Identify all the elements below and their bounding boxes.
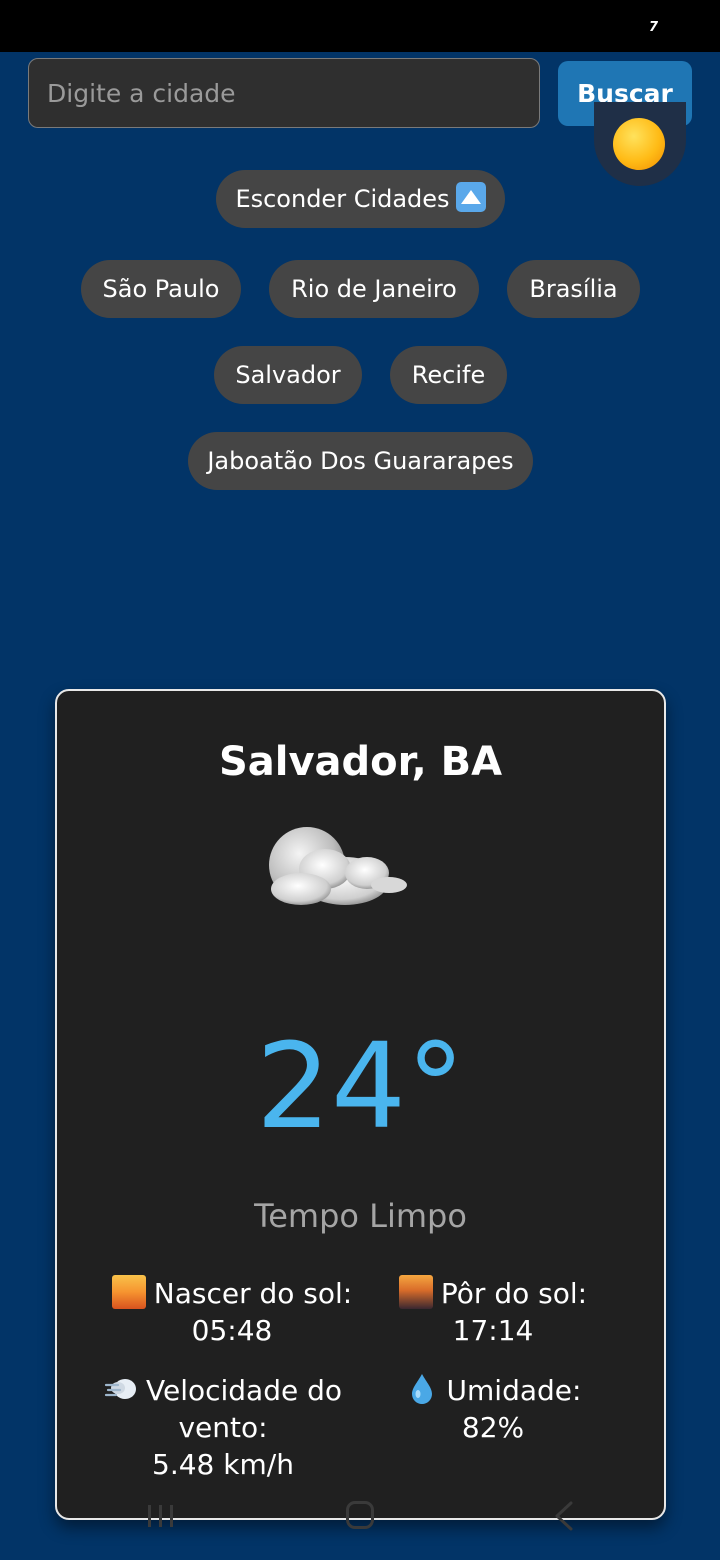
recent-apps-icon[interactable] (146, 1503, 176, 1529)
wind-label: Velocidade do vento: (145, 1374, 343, 1444)
status-bar: 7 (0, 0, 720, 52)
city-button-sao-paulo[interactable]: São Paulo (81, 260, 241, 318)
sunrise-label: Nascer do sol: (153, 1277, 353, 1310)
city-button-rio-de-janeiro[interactable]: Rio de Janeiro (269, 260, 479, 318)
city-button-recife[interactable]: Recife (390, 346, 507, 404)
wind-icon (104, 1379, 136, 1399)
wind-stat: Velocidade do vento: 5.48 km/h (103, 1372, 343, 1483)
humidity-value: 82% (461, 1411, 525, 1444)
sunrise-stat: Nascer do sol: 05:48 (92, 1275, 372, 1349)
home-icon[interactable] (346, 1501, 374, 1529)
sunrise-icon (111, 1275, 146, 1309)
wind-value: 5.48 km/h (152, 1448, 294, 1481)
city-title: Salvador, BA (218, 739, 503, 785)
weather-description: Tempo Limpo (254, 1197, 467, 1235)
sun-icon[interactable] (613, 118, 665, 170)
up-arrow-icon (455, 182, 486, 212)
weather-card: Salvador, BA 24° Tempo Limpo Nascer do s… (55, 689, 666, 1520)
droplet-icon (411, 1374, 432, 1404)
city-button-salvador[interactable]: Salvador (214, 346, 362, 404)
partly-cloudy-night-icon (269, 827, 407, 905)
toggle-cities-label: Esconder Cidades (235, 185, 450, 213)
humidity-label: Umidade: (446, 1374, 582, 1407)
search-input[interactable] (28, 58, 540, 128)
sunrise-value: 05:48 (191, 1314, 273, 1347)
city-button-brasilia[interactable]: Brasília (507, 260, 640, 318)
sunset-value: 17:14 (452, 1314, 534, 1347)
back-icon[interactable] (553, 1501, 575, 1531)
city-button-jaboatao[interactable]: Jaboatão Dos Guararapes (188, 432, 533, 490)
sunset-city-icon (398, 1275, 433, 1309)
toggle-cities-button[interactable]: Esconder Cidades (216, 170, 505, 228)
temperature-value: 24° (255, 1017, 466, 1155)
sunset-stat: Pôr do sol: 17:14 (353, 1275, 633, 1349)
sunset-label: Pôr do sol: (440, 1277, 588, 1310)
humidity-stat: Umidade: 82% (353, 1372, 633, 1446)
status-indicator: 7 (649, 20, 659, 35)
